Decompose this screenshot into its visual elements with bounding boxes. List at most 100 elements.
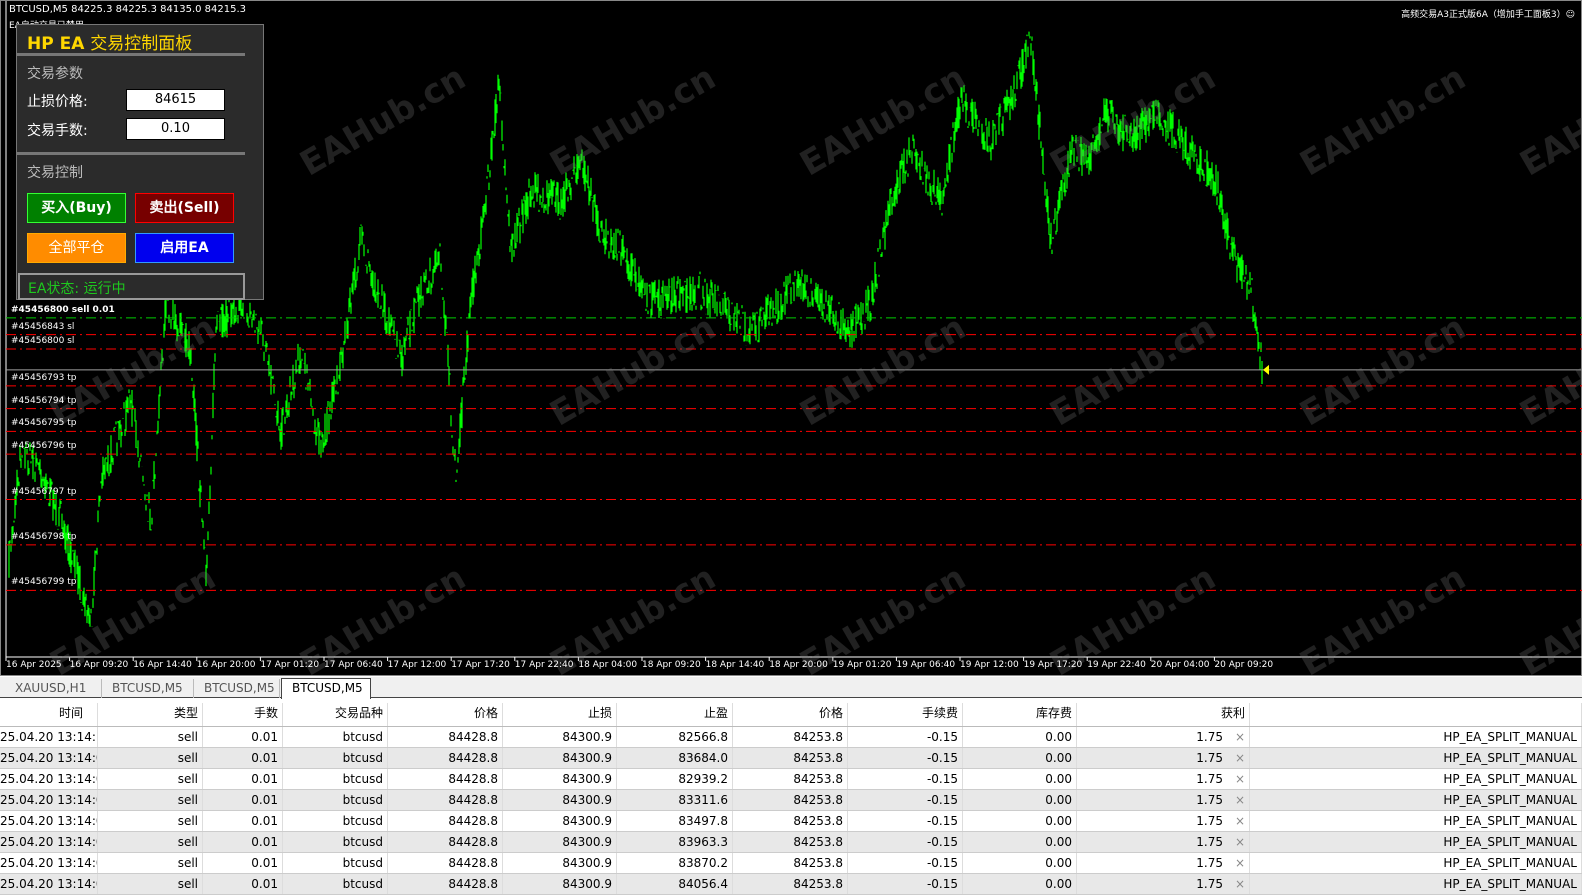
table-row[interactable]: 25.04.20 13:14:09sell0.01btcusd84428.884… [0, 748, 1582, 769]
cell-time: 25.04.20 13:14:09 [0, 769, 98, 789]
order-line-label[interactable]: #45456793 tp [11, 373, 76, 383]
close-position-icon[interactable]: × [1235, 769, 1245, 789]
order-line-label[interactable]: #45456843 sl [11, 322, 74, 332]
cell-sl: 84300.9 [503, 790, 617, 810]
time-label: 16 Apr 2025 [6, 660, 62, 670]
header-symbol[interactable]: 交易品种 [283, 703, 388, 726]
close-all-button[interactable]: 全部平仓 [27, 233, 126, 263]
cell-tp: 83870.2 [617, 853, 733, 873]
panel-title: HP EA 交易控制面板 [27, 34, 193, 54]
header-swap[interactable]: 库存费 [963, 703, 1077, 726]
cell-commission: -0.15 [848, 790, 963, 810]
close-position-icon[interactable]: × [1235, 832, 1245, 852]
tab-xauusd-h1[interactable]: XAUUSD,H1 [5, 679, 102, 698]
close-position-icon[interactable]: × [1235, 811, 1245, 831]
buy-button[interactable]: 买入(Buy) [27, 193, 126, 223]
cell-comment: HP_EA_SPLIT_MANUAL [1250, 727, 1582, 747]
order-line-label[interactable]: #45456799 tp [11, 577, 76, 587]
table-row[interactable]: 25.04.20 13:14:09sell0.01btcusd84428.884… [0, 832, 1582, 853]
cell-sl: 84300.9 [503, 748, 617, 768]
header-time[interactable]: 时间 [0, 703, 98, 726]
cell-profit: 1.75 [1077, 769, 1250, 789]
current-price-marker [1263, 364, 1269, 375]
header-lots[interactable]: 手数 [203, 703, 283, 726]
header-current-price[interactable]: 价格 [733, 703, 848, 726]
cell-profit: 1.75 [1077, 748, 1250, 768]
header-comment[interactable] [1250, 703, 1582, 726]
cell-time: 25.04.20 13:14:09 [0, 832, 98, 852]
order-line-label[interactable]: #45456794 tp [11, 396, 76, 406]
order-line-label[interactable]: #45456798 tp [11, 532, 76, 542]
table-row[interactable]: 25.04.20 13:14:09sell0.01btcusd84428.884… [0, 874, 1582, 895]
header-profit[interactable]: 获利 [1077, 703, 1250, 726]
sl-price-input[interactable]: 84615 [126, 89, 225, 111]
time-label: 17 Apr 12:00 [387, 660, 447, 670]
cell-comment: HP_EA_SPLIT_MANUAL [1250, 874, 1582, 894]
cell-comment: HP_EA_SPLIT_MANUAL [1250, 832, 1582, 852]
cell-swap: 0.00 [963, 811, 1077, 831]
cell-comment: HP_EA_SPLIT_MANUAL [1250, 790, 1582, 810]
divider [17, 53, 245, 56]
ea-name: 高频交易A3正式版6A（增加手工面板3）☺ [1401, 10, 1575, 20]
trade-table: 时间 类型 手数 交易品种 价格 止损 止盈 价格 手续费 库存费 获利 25.04.20 13:14… [0, 703, 1582, 895]
cell-sl: 84300.9 [503, 832, 617, 852]
cell-symbol: btcusd [283, 769, 388, 789]
cell-sl: 84300.9 [503, 811, 617, 831]
cell-swap: 0.00 [963, 790, 1077, 810]
table-row[interactable]: 25.04.20 13:14:09sell0.01btcusd84428.884… [0, 790, 1582, 811]
cell-profit: 1.75 [1077, 727, 1250, 747]
header-type[interactable]: 类型 [98, 703, 203, 726]
table-row[interactable]: 25.04.20 13:14:10sell0.01btcusd84428.884… [0, 727, 1582, 748]
cell-current-price: 84253.8 [733, 874, 848, 894]
time-label: 18 Apr 20:00 [769, 660, 828, 670]
cell-price: 84428.8 [388, 832, 503, 852]
close-position-icon[interactable]: × [1235, 727, 1245, 747]
cell-symbol: btcusd [283, 874, 388, 894]
time-label: 20 Apr 04:00 [1150, 660, 1210, 670]
cell-type: sell [98, 727, 203, 747]
cell-symbol: btcusd [283, 811, 388, 831]
order-line-label[interactable]: #45456800 sell 0.01 [11, 305, 115, 315]
lots-input[interactable]: 0.10 [126, 118, 225, 140]
order-line-label[interactable]: #45456796 tp [11, 441, 76, 451]
header-price[interactable]: 价格 [388, 703, 503, 726]
table-header: 时间 类型 手数 交易品种 价格 止损 止盈 价格 手续费 库存费 获利 [0, 703, 1582, 727]
tab-btcusd-m5-2[interactable]: BTCUSD,M5 [194, 679, 280, 698]
cell-swap: 0.00 [963, 832, 1077, 852]
close-position-icon[interactable]: × [1235, 874, 1245, 894]
cell-commission: -0.15 [848, 874, 963, 894]
symbol-info: BTCUSD,M5 84225.3 84225.3 84135.0 84215.… [9, 4, 247, 15]
sell-button[interactable]: 卖出(Sell) [135, 193, 234, 223]
header-tp[interactable]: 止盈 [617, 703, 733, 726]
header-sl[interactable]: 止损 [503, 703, 617, 726]
cell-commission: -0.15 [848, 811, 963, 831]
order-line-label[interactable]: #45456795 tp [11, 418, 76, 428]
header-commission[interactable]: 手续费 [848, 703, 963, 726]
cell-sl: 84300.9 [503, 853, 617, 873]
enable-ea-button[interactable]: 启用EA [135, 233, 234, 263]
params-heading: 交易参数 [27, 66, 83, 82]
time-label: 19 Apr 01:20 [832, 660, 892, 670]
order-line-label[interactable]: #45456800 sl [11, 336, 74, 346]
price-chart[interactable]: BTCUSD,M5 84225.3 84225.3 84135.0 84215.… [0, 0, 1582, 684]
tab-btcusd-m5-active[interactable]: BTCUSD,M5 [281, 678, 371, 699]
cell-sl: 84300.9 [503, 727, 617, 747]
cell-time: 25.04.20 13:14:09 [0, 748, 98, 768]
close-position-icon[interactable]: × [1235, 748, 1245, 768]
cell-symbol: btcusd [283, 832, 388, 852]
close-position-icon[interactable]: × [1235, 853, 1245, 873]
table-row[interactable]: 25.04.20 13:14:09sell0.01btcusd84428.884… [0, 769, 1582, 790]
cell-comment: HP_EA_SPLIT_MANUAL [1250, 748, 1582, 768]
tab-btcusd-m5-1[interactable]: BTCUSD,M5 [102, 679, 194, 698]
table-row[interactable]: 25.04.20 13:14:09sell0.01btcusd84428.884… [0, 853, 1582, 874]
order-line-label[interactable]: #45456797 tp [11, 487, 76, 497]
cell-comment: HP_EA_SPLIT_MANUAL [1250, 811, 1582, 831]
cell-current-price: 84253.8 [733, 727, 848, 747]
cell-sl: 84300.9 [503, 769, 617, 789]
close-position-icon[interactable]: × [1235, 790, 1245, 810]
cell-price: 84428.8 [388, 853, 503, 873]
cell-type: sell [98, 811, 203, 831]
cell-symbol: btcusd [283, 790, 388, 810]
table-row[interactable]: 25.04.20 13:14:09sell0.01btcusd84428.884… [0, 811, 1582, 832]
cell-type: sell [98, 790, 203, 810]
